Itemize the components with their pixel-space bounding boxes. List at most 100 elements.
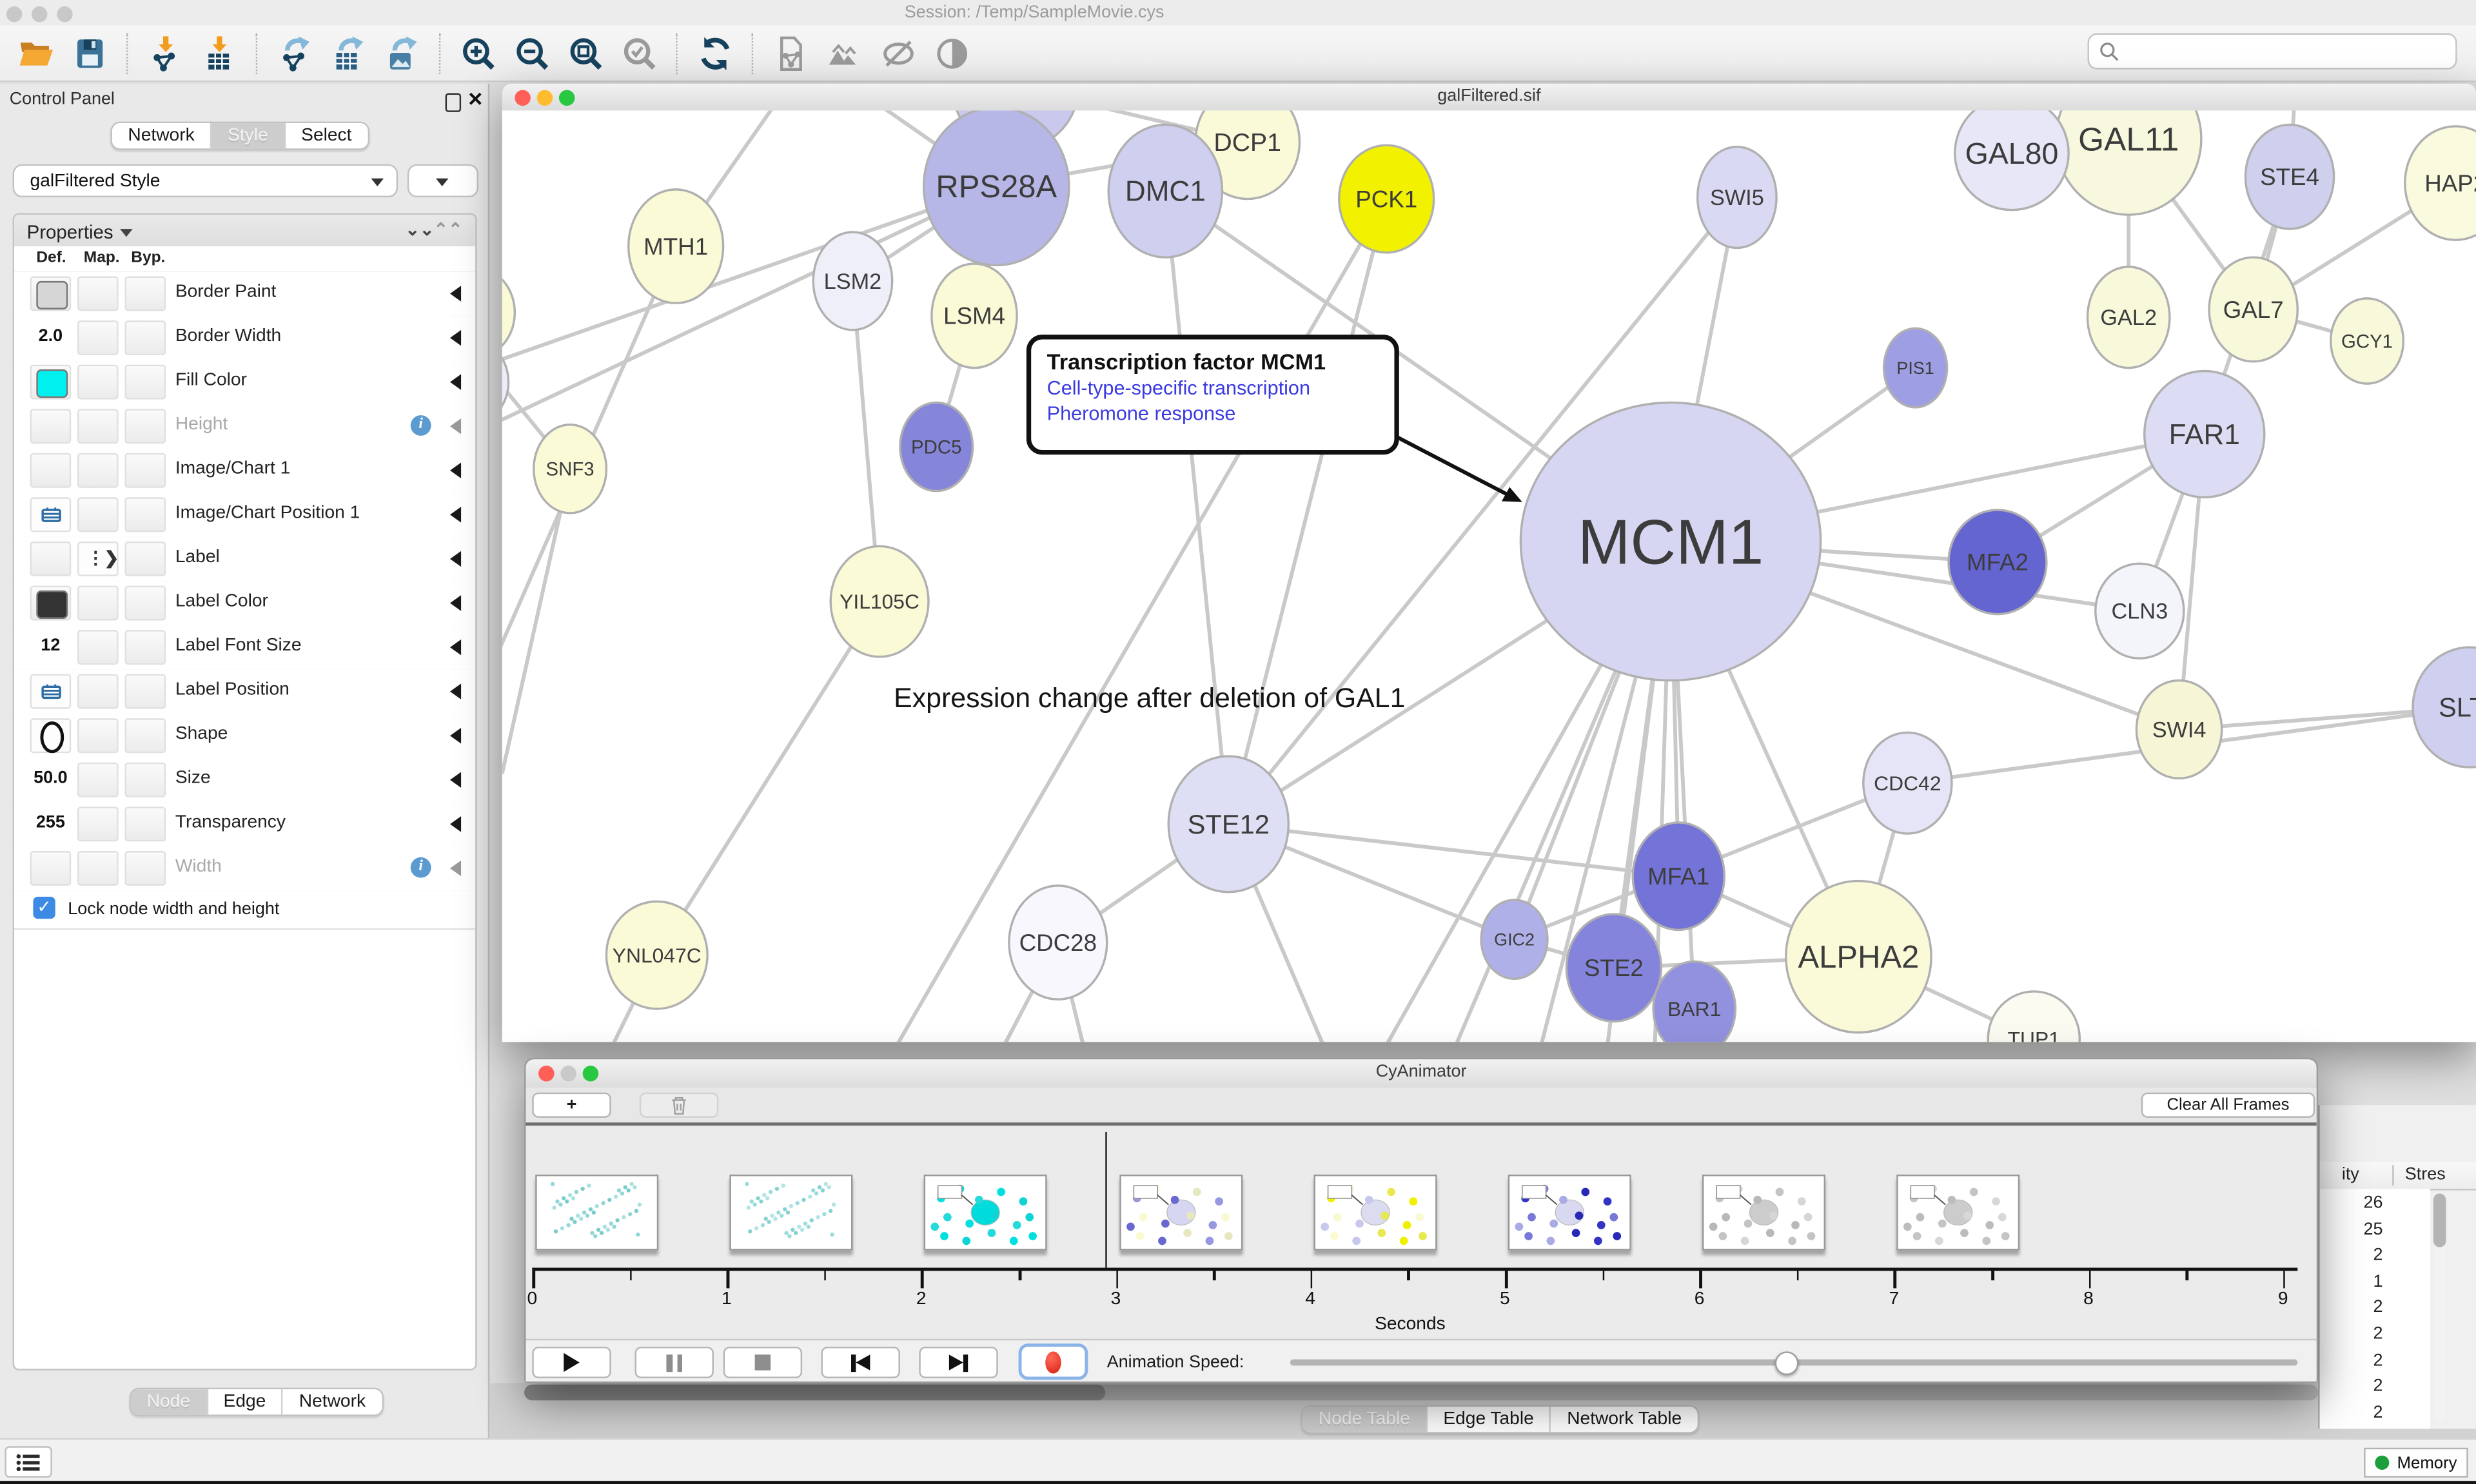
expand-property-icon[interactable] xyxy=(450,772,461,788)
network-node-LSM2[interactable]: LSM2 xyxy=(813,232,892,330)
property-row-image-chart-1[interactable]: Image/Chart 1 xyxy=(14,449,475,494)
property-row-transparency[interactable]: 255Transparency xyxy=(14,802,475,848)
network-node-STE2[interactable]: STE2 xyxy=(1566,914,1661,1022)
property-row-label-position[interactable]: Label Position xyxy=(14,669,475,715)
table-cell[interactable]: 1 xyxy=(2320,1272,2383,1291)
import-network-icon[interactable] xyxy=(145,32,186,73)
export-image-icon[interactable] xyxy=(382,32,424,73)
search-input[interactable] xyxy=(2088,33,2457,69)
expand-property-icon[interactable] xyxy=(450,595,461,610)
info-icon[interactable]: i xyxy=(411,857,431,878)
table-cell[interactable]: 2 xyxy=(2320,1377,2383,1396)
expand-property-icon[interactable] xyxy=(450,507,461,522)
property-row-image-chart-position-1[interactable]: Image/Chart Position 1 xyxy=(14,493,475,538)
default-value[interactable]: 255 xyxy=(27,813,74,832)
network-node-GAL80[interactable]: GAL80 xyxy=(1955,110,2068,210)
pause-button[interactable] xyxy=(634,1347,713,1378)
network-node-PCK1[interactable]: PCK1 xyxy=(1339,145,1434,253)
memory-button[interactable]: Memory xyxy=(2364,1448,2468,1478)
skip-start-button[interactable] xyxy=(821,1347,899,1378)
horizontal-scrollbar[interactable] xyxy=(524,1385,2318,1400)
expand-property-icon[interactable] xyxy=(450,374,461,389)
table-cell[interactable]: 2 xyxy=(2320,1298,2383,1317)
network-node-CLN3[interactable]: CLN3 xyxy=(2096,563,2184,658)
color-swatch[interactable] xyxy=(36,281,68,309)
default-value[interactable]: 50.0 xyxy=(27,769,74,788)
property-row-size[interactable]: 50.0Size xyxy=(14,758,475,804)
network-node-SWI4[interactable]: SWI4 xyxy=(2136,681,2221,779)
color-swatch[interactable] xyxy=(36,369,68,398)
network-node-GAL2[interactable]: GAL2 xyxy=(2088,267,2170,368)
network-node-SNF3[interactable]: SNF3 xyxy=(534,425,607,513)
property-row-width[interactable]: Widthi xyxy=(14,846,475,892)
network-node-MFA2[interactable]: MFA2 xyxy=(1949,510,2047,614)
table-header[interactable]: ity Stres xyxy=(2320,1162,2476,1190)
delete-frame-button[interactable] xyxy=(640,1093,718,1118)
property-row-border-width[interactable]: 2.0Border Width xyxy=(14,316,475,362)
expand-property-icon[interactable] xyxy=(450,463,461,478)
table-scrollbar-thumb[interactable] xyxy=(2433,1193,2446,1247)
style-options-button[interactable] xyxy=(408,164,478,197)
network-node-PIS1[interactable]: PIS1 xyxy=(1884,328,1947,407)
network-node-CDC28[interactable]: CDC28 xyxy=(1009,886,1107,999)
export-network-icon[interactable] xyxy=(275,32,316,73)
network-node-lsliver2[interactable] xyxy=(502,341,509,423)
add-frame-button[interactable]: + xyxy=(532,1093,611,1118)
property-row-height[interactable]: Heighti xyxy=(14,404,475,450)
column-stress[interactable]: Stres xyxy=(2405,1165,2446,1184)
collapse-all-icon[interactable]: ⌃⌃ xyxy=(433,219,462,240)
expand-property-icon[interactable] xyxy=(450,816,461,832)
annotation-box[interactable]: Transcription factor MCM1 Cell-type-spec… xyxy=(1027,335,1399,454)
network-node-CDC42[interactable]: CDC42 xyxy=(1863,732,1952,834)
export-table-icon[interactable] xyxy=(328,32,369,73)
frame-thumbnail-8[interactable] xyxy=(1897,1175,2020,1251)
expand-property-icon[interactable] xyxy=(450,639,461,655)
record-button[interactable] xyxy=(1019,1343,1088,1380)
expand-property-icon[interactable] xyxy=(450,551,461,567)
table-cell[interactable]: 26 xyxy=(2320,1193,2383,1212)
property-row-border-paint[interactable]: Border Paint xyxy=(14,271,475,317)
frame-thumbnail-4[interactable] xyxy=(1119,1175,1242,1251)
property-row-label-font-size[interactable]: 12Label Font Size xyxy=(14,625,475,671)
save-icon[interactable] xyxy=(70,32,111,73)
expand-property-icon[interactable] xyxy=(450,418,461,434)
network-node-GIC2[interactable]: GIC2 xyxy=(1481,900,1548,979)
open-folder-icon[interactable] xyxy=(15,32,57,73)
network-node-GAL7[interactable]: GAL7 xyxy=(2209,257,2297,362)
frame-thumbnail-3[interactable] xyxy=(925,1175,1048,1251)
animation-speed-slider[interactable] xyxy=(1290,1360,2297,1366)
tab-style[interactable]: Style xyxy=(212,123,286,148)
float-panel-icon[interactable] xyxy=(446,93,461,112)
network-node-BAR1[interactable]: BAR1 xyxy=(1653,961,1735,1042)
network-node-LSM4[interactable]: LSM4 xyxy=(932,264,1017,368)
close-panel-icon[interactable]: ✕ xyxy=(467,88,484,110)
tab-network[interactable]: Network xyxy=(283,1389,381,1414)
network-node-HAP2[interactable]: HAP2 xyxy=(2405,126,2476,240)
property-row-label-color[interactable]: Label Color xyxy=(14,581,475,627)
network-node-FAR1[interactable]: FAR1 xyxy=(2145,371,2265,498)
refresh-icon[interactable] xyxy=(695,32,736,73)
network-node-TUP1[interactable]: TUP1 xyxy=(1988,991,2079,1042)
network-node-YIL105C[interactable]: YIL105C xyxy=(830,546,928,656)
network-node-YNL047C[interactable]: YNL047C xyxy=(606,901,707,1009)
network-node-STE12[interactable]: STE12 xyxy=(1168,756,1288,892)
table-cell[interactable]: 25 xyxy=(2320,1220,2383,1238)
zoom-fit-icon[interactable] xyxy=(565,32,607,73)
lock-checkbox[interactable]: ✓ xyxy=(33,897,55,919)
skip-end-button[interactable] xyxy=(919,1347,997,1378)
table-cell[interactable]: 2 xyxy=(2320,1325,2383,1343)
network-node-MCM1[interactable]: MCM1 xyxy=(1520,402,1820,680)
property-row-fill-color[interactable]: Fill Color xyxy=(14,360,475,405)
network-node-DMC1[interactable]: DMC1 xyxy=(1108,124,1222,257)
network-node-GCY1[interactable]: GCY1 xyxy=(2331,298,2404,384)
timeline-playhead[interactable] xyxy=(1106,1132,1107,1268)
tab-node[interactable]: Node xyxy=(131,1389,208,1414)
passthrough-mapping-icon[interactable]: ⋮❯ xyxy=(87,548,119,569)
frame-thumbnail-6[interactable] xyxy=(1508,1175,1631,1251)
network-canvas[interactable]: DCP1RPS28ADMC1PCK1SWI5GAL11GAL80STE4HAP2… xyxy=(502,110,2476,1042)
slider-thumb[interactable] xyxy=(1774,1351,1798,1375)
expand-property-icon[interactable] xyxy=(450,683,461,699)
stop-button[interactable] xyxy=(723,1347,802,1378)
default-value[interactable]: 12 xyxy=(27,636,74,655)
task-history-button[interactable] xyxy=(5,1446,52,1478)
